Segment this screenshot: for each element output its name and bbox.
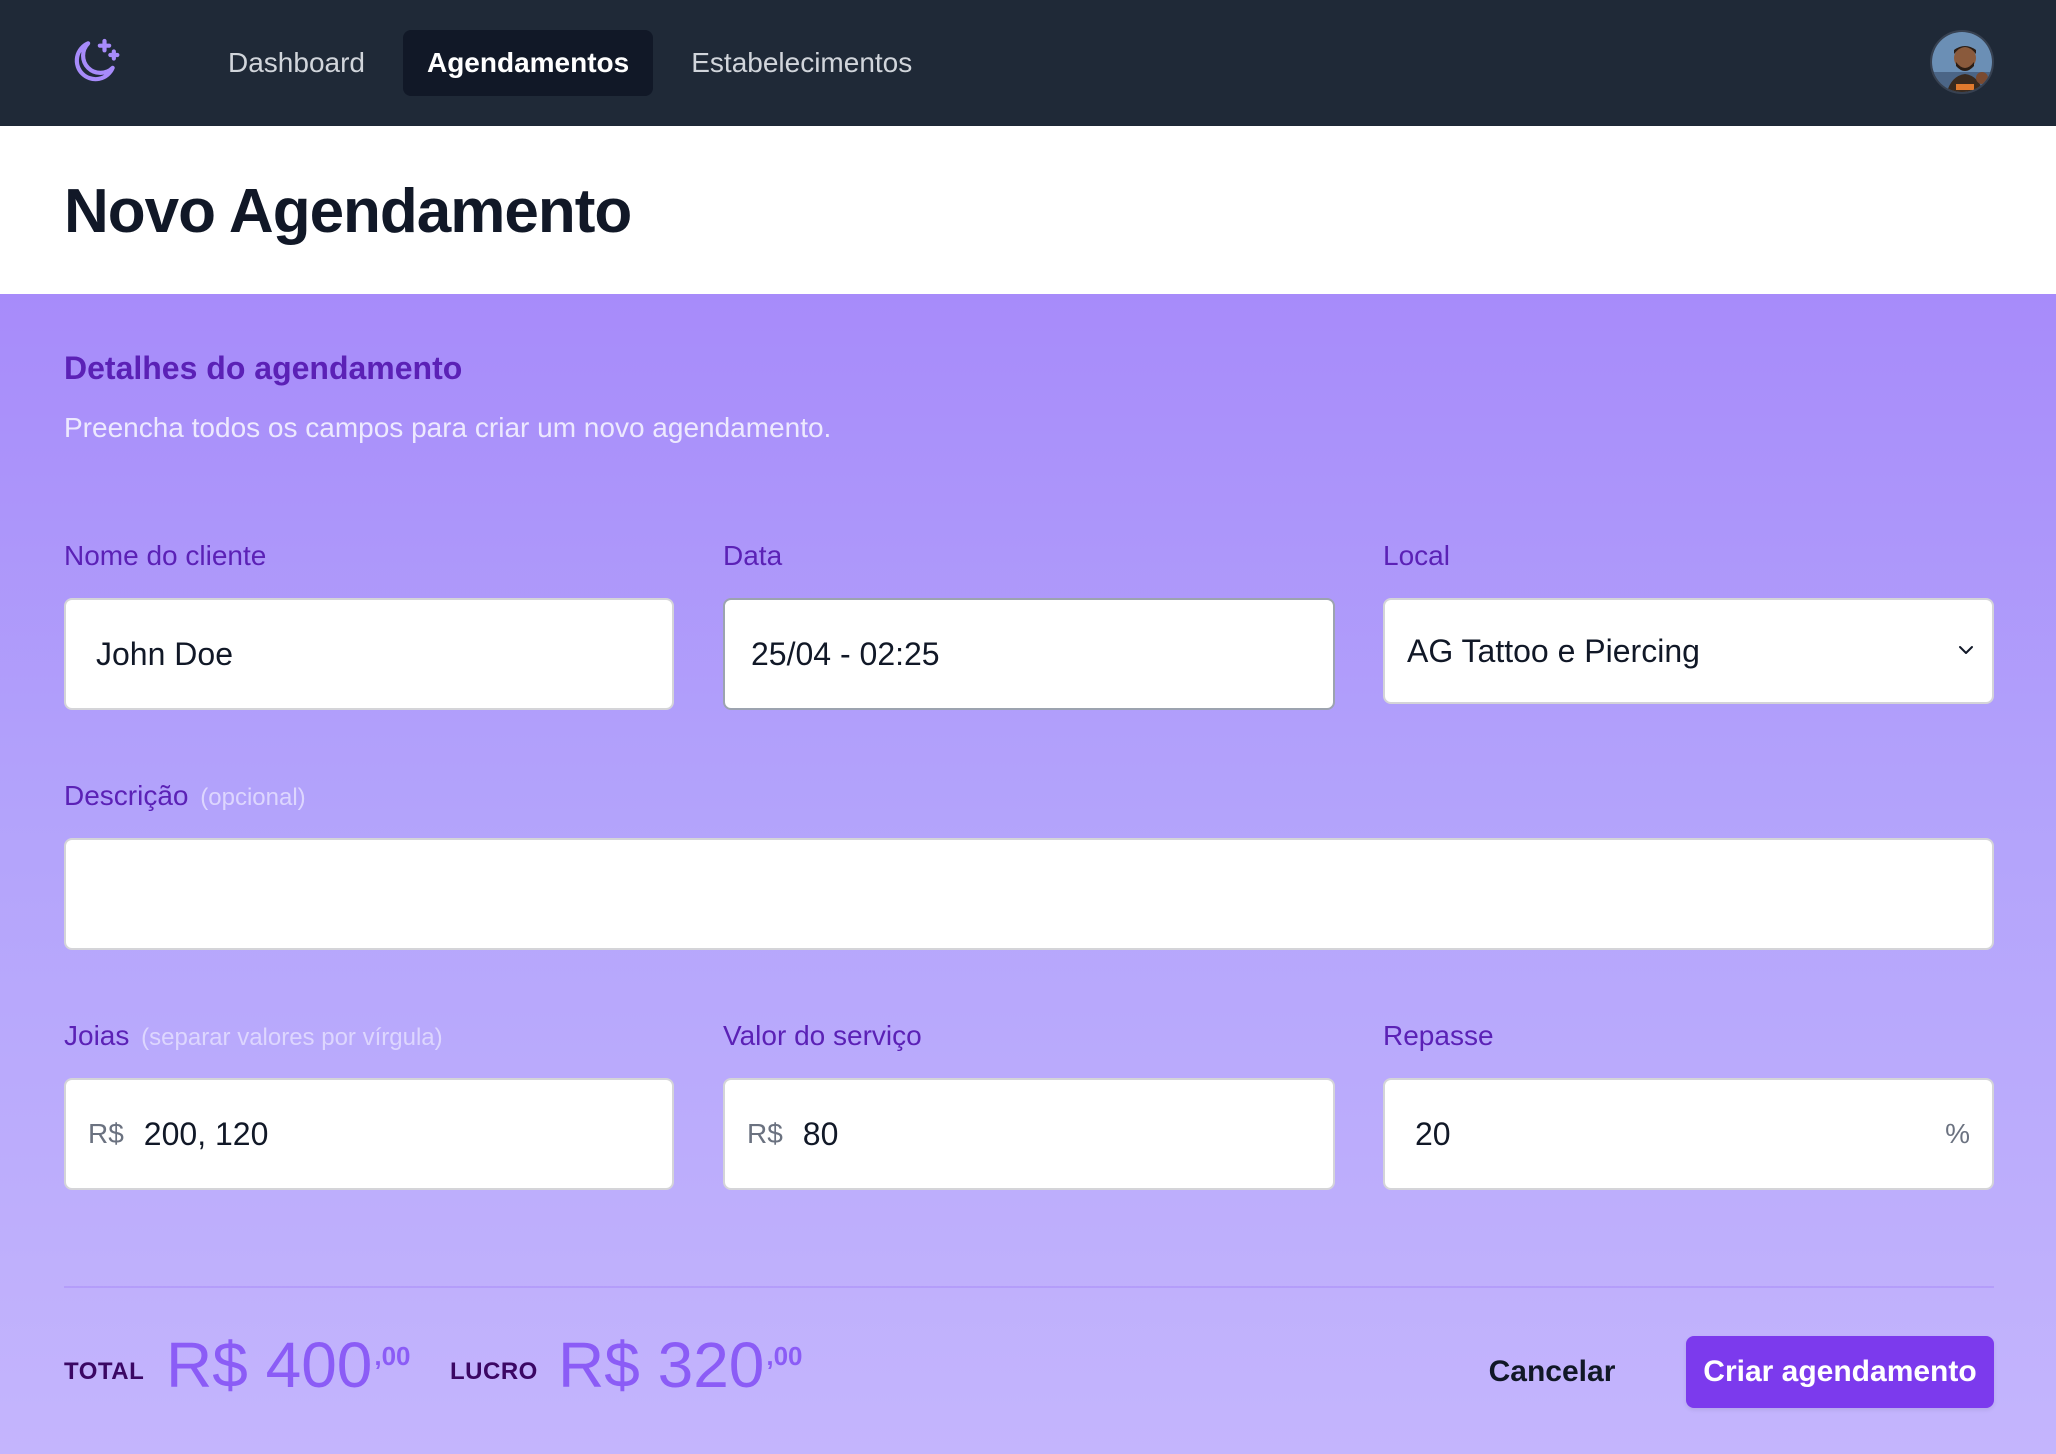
repasse-field[interactable]: % [1383, 1078, 1994, 1190]
appointment-form: Detalhes do agendamento Preencha todos o… [0, 294, 2056, 1454]
section-subtitle: Preencha todos os campos para criar um n… [64, 412, 832, 443]
total-cents: ,00 [374, 1341, 411, 1371]
jewels-currency-prefix: R$ [88, 1118, 124, 1149]
description-hint: (opcional) [200, 784, 306, 811]
nav-item-estabelecimentos[interactable]: Estabelecimentos [667, 30, 936, 96]
location-select[interactable]: AG Tattoo e Piercing [1383, 598, 1994, 704]
client-name-input[interactable] [96, 600, 672, 708]
create-appointment-button[interactable]: Criar agendamento [1686, 1336, 1994, 1408]
description-input[interactable] [96, 840, 1992, 948]
jewels-label-text: Joias [64, 1020, 130, 1051]
profit-amount: R$ 320 [558, 1329, 765, 1401]
total-amount: R$ 400 [166, 1329, 373, 1401]
jewels-hint: (separar valores por vírgula) [141, 1024, 443, 1051]
jewels-field[interactable]: R$ [64, 1078, 674, 1190]
service-value-field[interactable]: R$ [723, 1078, 1335, 1190]
chevron-down-icon [1954, 633, 1978, 670]
nav-item-dashboard[interactable]: Dashboard [204, 30, 389, 96]
client-name-field[interactable] [64, 598, 674, 710]
cancel-button[interactable]: Cancelar [1470, 1336, 1634, 1408]
service-currency-prefix: R$ [747, 1118, 783, 1149]
profit-cents: ,00 [766, 1341, 803, 1371]
total-value: R$ 400 ,00 [166, 1328, 411, 1402]
nav-links: Dashboard Agendamentos Estabelecimentos [204, 30, 936, 96]
profit-value: R$ 320 ,00 [558, 1328, 803, 1402]
jewels-input[interactable] [143, 1080, 672, 1188]
nav-item-agendamentos[interactable]: Agendamentos [402, 30, 654, 96]
page-title: Novo Agendamento [64, 177, 632, 246]
profit-label: LUCRO [450, 1358, 538, 1385]
page-header: Novo Agendamento [0, 126, 2056, 294]
description-field[interactable] [64, 838, 1994, 950]
form-divider [64, 1286, 1994, 1288]
description-label-text: Descrição [64, 780, 189, 811]
date-input[interactable] [751, 600, 1333, 708]
user-avatar[interactable] [1930, 30, 1994, 94]
top-navbar: Dashboard Agendamentos Estabelecimentos [0, 0, 2056, 126]
client-name-label: Nome do cliente [64, 540, 267, 571]
date-label: Data [723, 540, 783, 571]
section-title: Detalhes do agendamento [64, 350, 463, 386]
location-label: Local [1383, 540, 1450, 571]
location-selected-value: AG Tattoo e Piercing [1407, 632, 1700, 669]
percent-suffix: % [1945, 1118, 1970, 1149]
repasse-input[interactable] [1415, 1080, 1946, 1188]
description-label: Descrição (opcional) [64, 780, 306, 812]
total-label: TOTAL [64, 1358, 145, 1385]
jewels-label: Joias (separar valores por vírgula) [64, 1020, 443, 1052]
date-field[interactable] [723, 598, 1335, 710]
service-value-label: Valor do serviço [723, 1020, 922, 1051]
moon-stars-icon[interactable] [64, 32, 124, 92]
repasse-label: Repasse [1383, 1020, 1494, 1051]
service-value-input[interactable] [802, 1080, 1333, 1188]
